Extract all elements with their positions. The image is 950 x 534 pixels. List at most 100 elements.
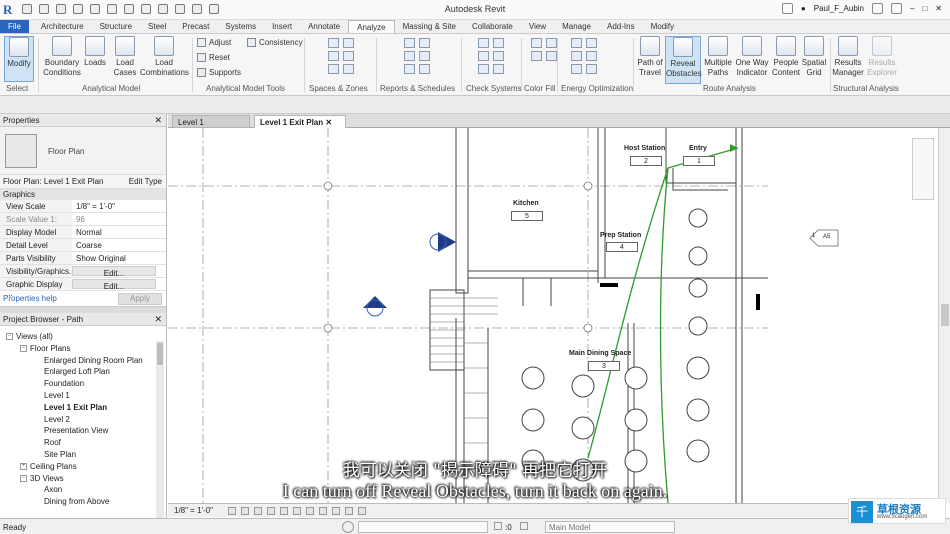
user-name[interactable]: Paul_F_Aubin	[814, 4, 864, 13]
tab-manage[interactable]: Manage	[554, 20, 599, 33]
room-name[interactable]: Kitchen	[513, 200, 539, 207]
collapse-icon[interactable]: −	[20, 345, 27, 353]
check-duct-icon[interactable]	[478, 38, 489, 48]
report-icon[interactable]	[419, 64, 430, 74]
spatial-grid-button[interactable]: Spatial Grid	[801, 36, 827, 78]
energy-settings-icon[interactable]	[586, 38, 597, 48]
modify-button[interactable]: Modify	[4, 36, 34, 82]
prop-value[interactable]: Normal	[72, 226, 166, 238]
tab-systems[interactable]: Systems	[217, 20, 264, 33]
results-compare-icon[interactable]	[571, 64, 582, 74]
room-number[interactable]: 2	[630, 156, 662, 166]
temporary-hide-icon[interactable]	[306, 507, 314, 515]
system-browser-icon[interactable]	[478, 64, 489, 74]
room-name[interactable]: Host Station	[624, 145, 665, 152]
view-tab-level-1[interactable]: Level 1	[172, 115, 250, 128]
legend-icon[interactable]	[546, 51, 557, 61]
help-icon[interactable]	[891, 3, 902, 14]
highlight-displacement-icon[interactable]	[345, 507, 353, 515]
edit-type-button[interactable]: Edit Type	[129, 177, 162, 186]
location-icon[interactable]	[571, 38, 582, 48]
browser-item[interactable]: Level 1	[0, 391, 165, 403]
tab-steel[interactable]: Steel	[140, 20, 174, 33]
load-combinations-button[interactable]: Load Combinations	[140, 36, 189, 78]
minimize-icon[interactable]: –	[910, 4, 914, 13]
close-icon[interactable]: ✕	[154, 314, 162, 325]
tab-structure[interactable]: Structure	[92, 20, 140, 33]
view-scale[interactable]: 1/8" = 1'-0"	[174, 506, 213, 515]
zone-icon[interactable]	[343, 51, 354, 61]
search-icon[interactable]	[781, 3, 793, 14]
cart-icon[interactable]	[872, 3, 883, 14]
maximize-icon[interactable]: □	[922, 4, 927, 13]
system-zone-icon[interactable]	[586, 64, 597, 74]
reports-schedules-label[interactable]: Reports & Schedules	[380, 84, 455, 93]
browser-item[interactable]: Presentation View	[0, 426, 165, 438]
navigation-bar[interactable]	[912, 138, 934, 200]
room-name[interactable]: Main Dining Space	[569, 350, 631, 357]
sun-path-icon[interactable]	[254, 507, 262, 515]
heating-loads-icon[interactable]	[404, 38, 415, 48]
analytical-model-icon[interactable]	[332, 507, 340, 515]
room-name[interactable]: Entry	[689, 145, 707, 152]
multiple-paths-button[interactable]: Multiple Paths	[703, 36, 733, 78]
crop-view-icon[interactable]	[280, 507, 288, 515]
apply-button[interactable]: Apply	[118, 293, 162, 305]
pipe-report-icon[interactable]	[419, 51, 430, 61]
energy-optimization-label[interactable]: Energy Optimization	[561, 84, 633, 93]
design-options-icon[interactable]	[520, 522, 528, 530]
browser-item[interactable]: Level 1 Exit Plan	[0, 403, 165, 415]
tab-architecture[interactable]: Architecture	[33, 20, 92, 33]
tab-view[interactable]: View	[521, 20, 554, 33]
browser-item[interactable]: − Views (all)	[0, 332, 165, 344]
select-panel-label[interactable]: Select	[6, 84, 28, 93]
browser-item[interactable]: Enlarged Dining Room Plan	[0, 356, 165, 368]
space-icon[interactable]	[328, 38, 339, 48]
show-crop-icon[interactable]	[293, 507, 301, 515]
consistency-button[interactable]: Consistency	[247, 38, 303, 47]
scroll-thumb[interactable]	[941, 304, 949, 326]
tab-modify[interactable]: Modify	[643, 20, 683, 33]
people-content-button[interactable]: People Content	[771, 36, 801, 78]
scroll-thumb[interactable]	[157, 343, 163, 365]
room-number[interactable]: 5	[511, 211, 543, 221]
space-tag-icon[interactable]	[328, 51, 339, 61]
results-explorer-button[interactable]: Results Explorer	[866, 36, 898, 78]
schedule-icon[interactable]	[404, 64, 415, 74]
editing-requests-icon[interactable]	[494, 522, 502, 530]
main-model-dropdown[interactable]: Main Model	[545, 521, 675, 533]
check-system-icon[interactable]	[493, 64, 504, 74]
reveal-hidden-icon[interactable]	[319, 507, 327, 515]
area-tag-icon[interactable]	[343, 64, 354, 74]
type-selector[interactable]: Floor Plan	[0, 127, 166, 175]
browser-item[interactable]: − Floor Plans	[0, 344, 165, 356]
close-icon[interactable]: ✕	[154, 115, 162, 126]
duct-legend-icon[interactable]	[531, 38, 542, 48]
one-way-indicator-button[interactable]: One Way Indicator	[735, 36, 769, 78]
browser-item[interactable]: Level 2	[0, 415, 165, 427]
detail-level-icon[interactable]	[228, 507, 236, 515]
prop-value[interactable]: 1/8" = 1'-0"	[72, 200, 166, 212]
graphics-group[interactable]: Graphics	[0, 189, 166, 200]
canvas-scrollbar[interactable]	[938, 128, 950, 503]
tab-analyze[interactable]: Analyze	[348, 20, 395, 33]
boundary-conditions-button[interactable]: Boundary Conditions	[42, 36, 82, 78]
spaces-zones-label[interactable]: Spaces & Zones	[309, 84, 368, 93]
user-icon[interactable]: ●	[801, 4, 806, 13]
prop-value[interactable]: Show Original	[72, 252, 166, 264]
area-icon[interactable]	[328, 64, 339, 74]
show-disconnects-icon[interactable]	[493, 51, 504, 61]
view-tab-level-1-exit-plan[interactable]: Level 1 Exit Plan ✕	[254, 115, 346, 128]
duct-report-icon[interactable]	[404, 51, 415, 61]
instance-selector[interactable]: Floor Plan: Level 1 Exit Plan Edit Type	[0, 175, 166, 189]
pipe-legend-icon[interactable]	[546, 38, 557, 48]
tab-collaborate[interactable]: Collaborate	[464, 20, 521, 33]
room-number[interactable]: 4	[606, 242, 638, 252]
drawing-canvas[interactable]: Kitchen 5 Prep Station 4 Host Station 2 …	[168, 128, 938, 503]
create-energy-model-icon[interactable]	[571, 51, 582, 61]
worksets-icon[interactable]	[342, 521, 354, 533]
shadows-icon[interactable]	[267, 507, 275, 515]
browser-item[interactable]: Foundation	[0, 379, 165, 391]
color-scheme-icon[interactable]	[531, 51, 542, 61]
collapse-icon[interactable]: −	[6, 333, 13, 341]
